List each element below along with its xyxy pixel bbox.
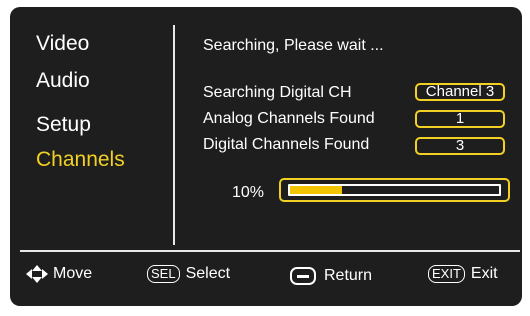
vertical-divider [173,25,175,245]
sel-key-icon: SEL [147,265,180,283]
digital-found-value: 3 [415,137,505,155]
progress-fill [290,186,343,194]
progress-bar [279,178,510,202]
footer-select: SEL Select [147,264,230,284]
footer-return-label: Return [324,267,373,284]
return-key-icon [290,267,316,285]
footer-exit: EXIT Exit [428,264,498,284]
menu-item-setup[interactable]: Setup [36,114,91,136]
progress-track [288,184,501,196]
exit-key-icon: EXIT [428,265,465,283]
menu-item-audio[interactable]: Audio [36,70,90,92]
move-arrows-icon [26,265,48,283]
analog-found-label: Analog Channels Found [203,110,375,127]
footer-move: Move [26,264,92,284]
status-text: Searching, Please wait ... [203,37,384,54]
footer-move-label: Move [53,265,93,282]
footer-return: Return [290,266,372,286]
menu-item-video[interactable]: Video [36,33,89,55]
horizontal-divider [20,250,520,252]
searching-digital-label: Searching Digital CH [203,84,352,101]
footer-exit-label: Exit [470,265,498,282]
searching-digital-value: Channel 3 [415,83,505,101]
menu-item-channels[interactable]: Channels [36,149,125,171]
analog-found-value: 1 [415,110,505,128]
progress-percent: 10% [232,184,265,201]
digital-found-label: Digital Channels Found [203,136,370,153]
osd-panel: Video Audio Setup Channels Searching, Pl… [10,7,522,306]
footer-select-label: Select [185,265,231,282]
